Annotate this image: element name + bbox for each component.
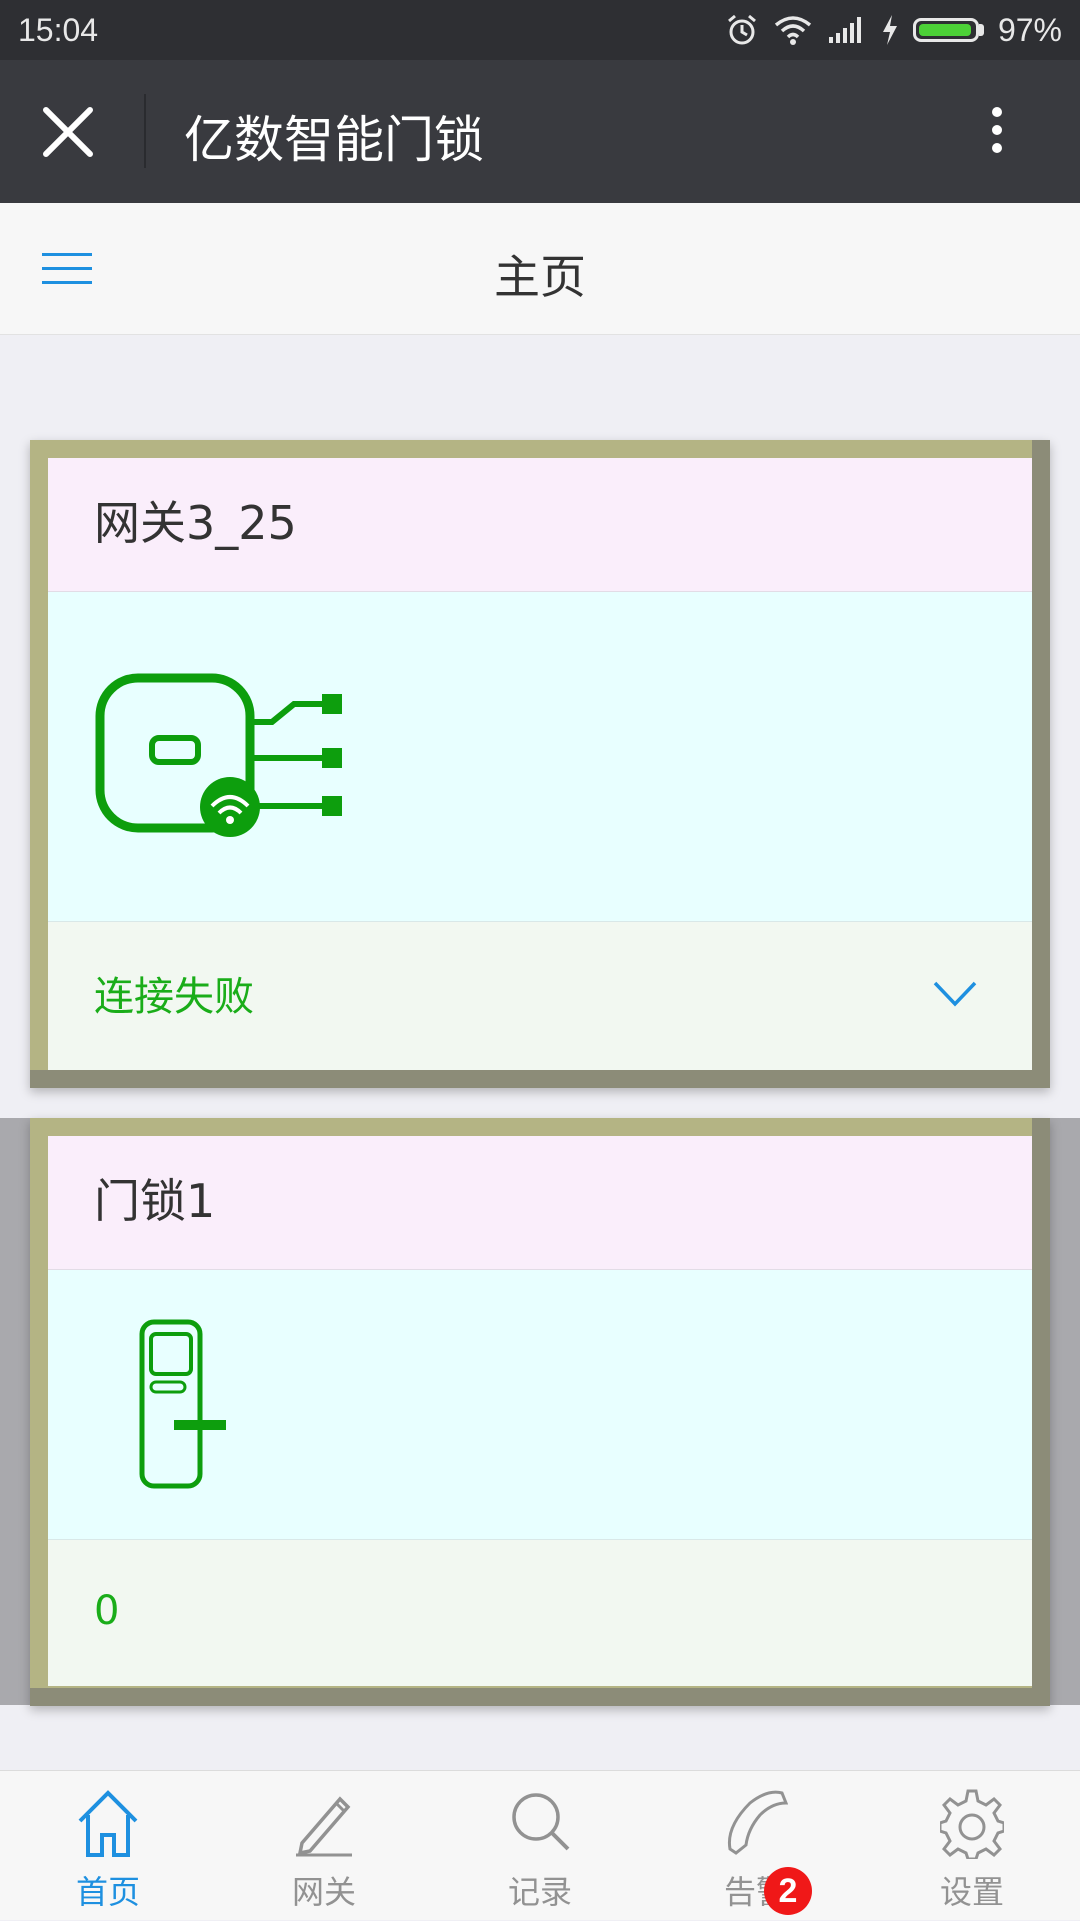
tab-label: 告警 [723,1873,788,1911]
bottom-tab-bar: 首页 网关 记录 告警 设置 [0,1770,1080,1920]
status-icons: 97% [725,8,1062,52]
alarm-badge: 2 [764,1867,812,1915]
tab-alarm[interactable]: 告警 [648,1771,864,1921]
device-status: 0 [94,1588,120,1634]
wifi-icon [774,16,812,45]
app-bar-divider [144,94,146,168]
tab-records[interactable]: 记录 [432,1771,648,1921]
device-name: 门锁1 [48,1136,1032,1270]
device-card-lock[interactable]: 门锁1 0 [30,1118,1050,1706]
battery-percent: 97% [997,11,1062,48]
device-status: 连接失败 [94,974,254,1020]
tab-gateway[interactable]: 网关 [216,1771,432,1921]
chevron-down-icon[interactable] [932,980,978,1008]
pencil-icon [296,1796,352,1857]
page-header: 主页 [0,203,1080,335]
alarm-icon [727,14,756,45]
device-card-gateway[interactable]: 网关3_25 连接失败 [30,440,1050,1088]
tab-settings[interactable]: 设置 [864,1771,1080,1921]
tab-label: 记录 [507,1873,572,1911]
tab-label: 首页 [75,1873,140,1911]
charging-icon [882,15,897,45]
tab-label: 网关 [291,1873,356,1911]
tab-home[interactable]: 首页 [0,1771,216,1921]
battery-icon [912,18,984,42]
app-title: 亿数智能门锁 [184,111,484,169]
gateway-icon [95,673,342,837]
search-icon [512,1793,570,1851]
phone-icon [727,1790,788,1855]
door-lock-icon [139,1319,226,1489]
more-vertical-icon[interactable] [980,90,1020,170]
status-time: 15:04 [18,12,99,48]
signal-icon [828,17,861,43]
device-name: 网关3_25 [48,458,1032,592]
gear-icon [940,1789,1004,1859]
page-title: 主页 [494,250,586,304]
home-icon [78,1790,138,1857]
close-icon[interactable] [40,104,96,160]
app-bar: 亿数智能门锁 [0,60,1080,203]
status-bar: 15:04 97% [0,0,1080,60]
tab-label: 设置 [939,1873,1004,1911]
